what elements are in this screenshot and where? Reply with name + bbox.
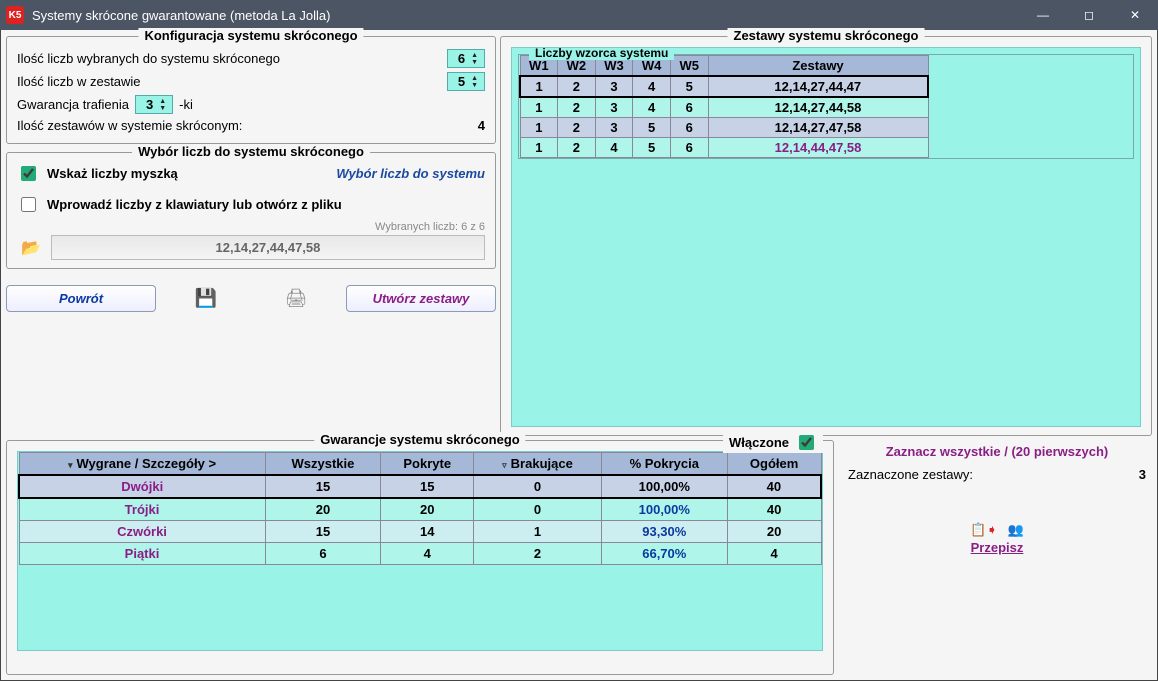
maximize-button[interactable]: ◻ (1066, 0, 1112, 30)
table-row[interactable]: Trójki20200100,00%40 (19, 498, 821, 521)
num-in-set-spinner[interactable]: 5 ▲▼ (447, 72, 485, 91)
num-selected-label: Ilość liczb wybranych do systemu skrócon… (17, 51, 441, 66)
users-icon[interactable]: 👥 (1007, 522, 1023, 538)
sets-legend: Zestawy systemu skróconego (728, 28, 925, 43)
selected-info: Wybranych liczb: 6 z 6 (17, 221, 485, 233)
table-row[interactable]: Dwójki15150100,00%40 (19, 475, 821, 498)
choice-group: Wybór liczb do systemu skróconego Wskaż … (6, 152, 496, 269)
choice-legend: Wybór liczb do systemu skróconego (132, 144, 370, 159)
config-legend: Konfiguracja systemu skróconego (138, 28, 363, 43)
przepisz-link[interactable]: Przepisz (848, 540, 1146, 555)
sets-group: Zestawy systemu skróconego Liczby wzorca… (500, 36, 1152, 436)
sets-table: W1W2W3W4W5Zestawy 1234512,14,27,44,47123… (519, 55, 929, 158)
col-covered[interactable]: Pokryte (381, 453, 474, 476)
pattern-legend: Liczby wzorca systemu (529, 47, 674, 60)
sets-scroll[interactable]: Liczby wzorca systemu W1W2W3W4W5Zestawy … (511, 47, 1141, 427)
print-icon[interactable]: 🖨 (256, 288, 336, 309)
selected-sets-label: Zaznaczone zestawy: (848, 467, 973, 482)
num-selected-value: 6 (458, 51, 465, 66)
sets-count-value: 4 (455, 118, 485, 133)
col-name[interactable]: ▾Wygrane / Szczegóły > (19, 453, 265, 476)
sets-count-label: Ilość zestawów w systemie skróconym: (17, 118, 449, 133)
opt-keyboard-label: Wprowadź liczby z klawiatury lub otwórz … (47, 197, 342, 212)
chevron-down-icon: ▾ (68, 460, 73, 470)
minimize-button[interactable]: ― (1020, 0, 1066, 30)
button-row: Powrót 💾 🖨 Utwórz zestawy (6, 285, 496, 312)
guarantee-table: ▾Wygrane / Szczegóły > Wszystkie Pokryte… (18, 452, 822, 565)
table-row[interactable]: 1245612,14,44,47,58 (520, 138, 928, 158)
window-title: Systemy skrócone gwarantowane (metoda La… (32, 8, 1020, 23)
col-pct[interactable]: % Pokrycia (601, 453, 727, 476)
pattern-group: Liczby wzorca systemu W1W2W3W4W5Zestawy … (518, 54, 1134, 159)
close-button[interactable]: ✕ (1112, 0, 1158, 30)
enabled-label: Włączone (729, 435, 789, 450)
spinner-arrows-icon[interactable]: ▲▼ (471, 75, 478, 89)
col-all[interactable]: Wszystkie (265, 453, 381, 476)
num-in-set-label: Ilość liczb w zestawie (17, 74, 441, 89)
open-file-icon[interactable]: 📂 (17, 238, 45, 258)
table-row[interactable]: Piątki64266,70%4 (19, 543, 821, 565)
col-total[interactable]: Ogółem (727, 453, 821, 476)
copy-icon[interactable]: 📋➧ (970, 522, 997, 538)
spinner-arrows-icon[interactable]: ▲▼ (159, 98, 166, 112)
table-row[interactable]: 1234512,14,27,44,47 (520, 76, 928, 97)
hit-label-before: Gwarancja trafienia (17, 97, 129, 112)
titlebar: K5 Systemy skrócone gwarantowane (metoda… (0, 0, 1158, 30)
opt-mouse-label: Wskaż liczby myszką (47, 166, 178, 181)
opt-mouse-checkbox[interactable] (21, 166, 36, 181)
guarantee-group: Gwarancje systemu skróconego Włączone ▾W… (6, 440, 834, 675)
side-panel: Zaznacz wszystkie / (20 pierwszych) Zazn… (842, 440, 1152, 675)
table-row[interactable]: 1235612,14,27,47,58 (520, 118, 928, 138)
opt-keyboard-checkbox[interactable] (21, 197, 36, 212)
hit-spinner[interactable]: 3 ▲▼ (135, 95, 173, 114)
col-missing[interactable]: ▿Brakujące (474, 453, 602, 476)
numbers-input[interactable] (51, 235, 485, 260)
selected-sets-value: 3 (1139, 467, 1146, 482)
hit-value: 3 (146, 97, 153, 112)
filter-icon: ▿ (502, 460, 507, 470)
back-button[interactable]: Powrót (6, 285, 156, 312)
create-sets-button[interactable]: Utwórz zestawy (346, 285, 496, 312)
table-row[interactable]: 1234612,14,27,44,58 (520, 97, 928, 118)
table-row[interactable]: Czwórki1514193,30%20 (19, 521, 821, 543)
num-in-set-value: 5 (458, 74, 465, 89)
spinner-arrows-icon[interactable]: ▲▼ (471, 52, 478, 66)
config-group: Konfiguracja systemu skróconego Ilość li… (6, 36, 496, 144)
app-icon: K5 (6, 6, 24, 24)
num-selected-spinner[interactable]: 6 ▲▼ (447, 49, 485, 68)
enabled-checkbox[interactable] (799, 435, 814, 450)
guarantee-legend: Gwarancje systemu skróconego (314, 432, 525, 447)
hit-label-after: -ki (179, 97, 193, 112)
save-icon[interactable]: 💾 (166, 288, 246, 309)
choice-right-hint[interactable]: Wybór liczb do systemu (336, 166, 485, 181)
guarantee-scroll[interactable]: ▾Wygrane / Szczegóły > Wszystkie Pokryte… (17, 451, 823, 651)
select-all-link[interactable]: Zaznacz wszystkie / (20 pierwszych) (848, 444, 1146, 459)
sets-col[interactable]: W5 (670, 56, 708, 77)
sets-col-zestawy[interactable]: Zestawy (708, 56, 928, 77)
